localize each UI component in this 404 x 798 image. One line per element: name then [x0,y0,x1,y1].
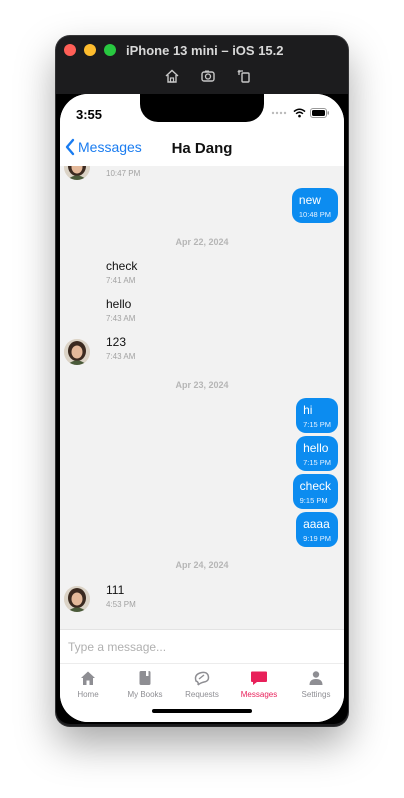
message-outgoing[interactable]: new 10:48 PM [291,188,338,223]
phone-screen: 3:55 Messages Ha Dang 10:47 PM new 10:48… [60,94,344,722]
tab-messages[interactable]: Messages [231,670,287,699]
avatar-image [64,166,90,180]
message-time: 4:53 PM [106,600,136,609]
chat-title: Ha Dang [171,140,233,157]
avatar[interactable] [64,586,90,612]
date-separator: Apr 22, 2024 [175,237,229,247]
message-time: 7:43 AM [106,352,136,361]
message-time: 7:41 AM [106,276,136,285]
message-time: 7:15 PM [303,458,331,467]
tab-settings[interactable]: Settings [288,670,344,699]
tab-label: My Books [127,690,163,699]
message-time: 7:43 AM [106,314,136,323]
simulator-titlebar: iPhone 13 mini – iOS 15.2 [56,36,348,94]
message-outgoing[interactable]: check 9:15 PM [292,474,338,509]
date-separator: Apr 24, 2024 [175,560,229,570]
message-text: hello [303,441,329,455]
message-outgoing[interactable]: hi 7:15 PM [296,398,338,433]
zoom-window-button[interactable] [104,44,116,56]
tab-label: Home [77,690,99,699]
message-incoming: 10:47 PM [106,166,140,178]
phone-frame: 3:55 Messages Ha Dang 10:47 PM new 10:48… [56,94,348,724]
home-indicator[interactable] [152,709,252,713]
person-icon [309,671,323,685]
message-time: 9:19 PM [303,534,331,543]
tab-label: Settings [301,690,331,699]
message-outgoing[interactable]: hello 7:15 PM [296,436,338,471]
simulator-title: iPhone 13 mini – iOS 15.2 [126,43,284,58]
message-incoming[interactable]: hello 7:43 AM [106,297,135,323]
wifi-icon [293,108,306,118]
date-separator: Apr 23, 2024 [175,380,229,390]
message-text: check [299,479,331,493]
navigation-bar: Messages Ha Dang [60,134,344,166]
message-text: new [298,193,321,207]
tab-my-books[interactable]: My Books [117,670,173,699]
message-time: 7:15 PM [303,420,331,429]
message-text: 111 [106,583,125,597]
requests-icon [194,671,210,686]
message-text: 123 [106,335,127,349]
tab-label: Requests [185,690,219,699]
tab-requests[interactable]: Requests [174,670,230,699]
rotate-icon[interactable] [236,68,252,84]
screenshot-icon[interactable] [200,68,216,84]
avatar[interactable] [64,166,90,180]
tab-label: Messages [240,690,278,699]
message-text: hi [303,403,313,417]
message-incoming[interactable]: 111 4:53 PM [106,583,136,609]
notch [140,94,264,122]
message-incoming[interactable]: check 7:41 AM [106,259,137,285]
avatar-image [64,339,90,365]
chat-icon [251,671,267,685]
close-window-button[interactable] [64,44,76,56]
message-time: 9:15 PM [299,496,328,505]
message-text: aaaa [303,517,330,531]
minimize-window-button[interactable] [84,44,96,56]
home-icon[interactable] [164,68,180,84]
message-time: 10:48 PM [298,210,331,219]
book-icon [139,671,151,685]
status-time: 3:55 [76,107,103,122]
tab-home[interactable]: Home [60,670,116,699]
message-text: hello [106,297,132,311]
message-time: 10:47 PM [106,169,141,178]
message-composer [60,629,344,664]
signal-icon [271,111,287,115]
message-input[interactable] [66,636,330,658]
battery-icon [310,108,329,118]
avatar-image [64,586,90,612]
message-incoming[interactable]: 123 7:43 AM [106,335,135,361]
tab-bar: Home My Books Requests Messages Settings [60,663,344,722]
window-controls [64,44,116,56]
message-list[interactable]: 10:47 PM new 10:48 PM Apr 22, 2024 check… [60,166,344,629]
home-icon [81,671,95,685]
simulator-window: iPhone 13 mini – iOS 15.2 3:55 Messages … [56,36,348,726]
message-outgoing[interactable]: aaaa 9:19 PM [296,512,338,547]
avatar[interactable] [64,339,90,365]
message-text: check [106,259,138,273]
